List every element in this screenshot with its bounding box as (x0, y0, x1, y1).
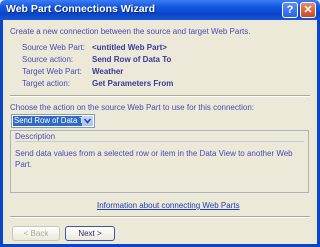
description-title: Description (15, 132, 56, 141)
separator-top (10, 95, 310, 97)
description-text: Send data values from a selected row or … (15, 149, 293, 169)
source-action-label: Source action: (22, 55, 74, 64)
intro-text: Create a new connection between the sour… (10, 27, 251, 36)
target-action-value: Get Parameters From (92, 79, 174, 88)
action-select[interactable]: Send Row of Data To (11, 114, 95, 128)
choose-action-label: Choose the action on the source Web Part… (10, 103, 254, 112)
description-box: Description Send data values from a sele… (10, 130, 309, 193)
next-button[interactable]: Next > (65, 226, 115, 241)
title-bar[interactable]: Web Part Connections Wizard ? ✕ (0, 0, 320, 20)
target-web-part-value: Weather (92, 67, 124, 76)
description-divider (15, 141, 304, 142)
target-action-label: Target action: (22, 79, 71, 88)
source-action-value: Send Row of Data To (92, 55, 172, 64)
source-web-part-value: <untitled Web Part> (92, 43, 167, 52)
help-button[interactable]: ? (282, 2, 298, 18)
source-web-part-label: Source Web Part: (22, 43, 85, 52)
close-button[interactable]: ✕ (300, 2, 316, 18)
separator-bottom (10, 216, 310, 218)
target-web-part-label: Target Web Part: (22, 67, 82, 76)
info-connecting-link[interactable]: Information about connecting Web Parts (97, 201, 240, 210)
action-select-value[interactable]: Send Row of Data To (13, 116, 82, 126)
window-title: Web Part Connections Wizard (6, 3, 156, 15)
back-button[interactable]: < Back (12, 226, 60, 241)
chevron-down-icon[interactable] (82, 116, 93, 126)
wizard-window: Web Part Connections Wizard ? ✕ Create a… (0, 0, 320, 247)
